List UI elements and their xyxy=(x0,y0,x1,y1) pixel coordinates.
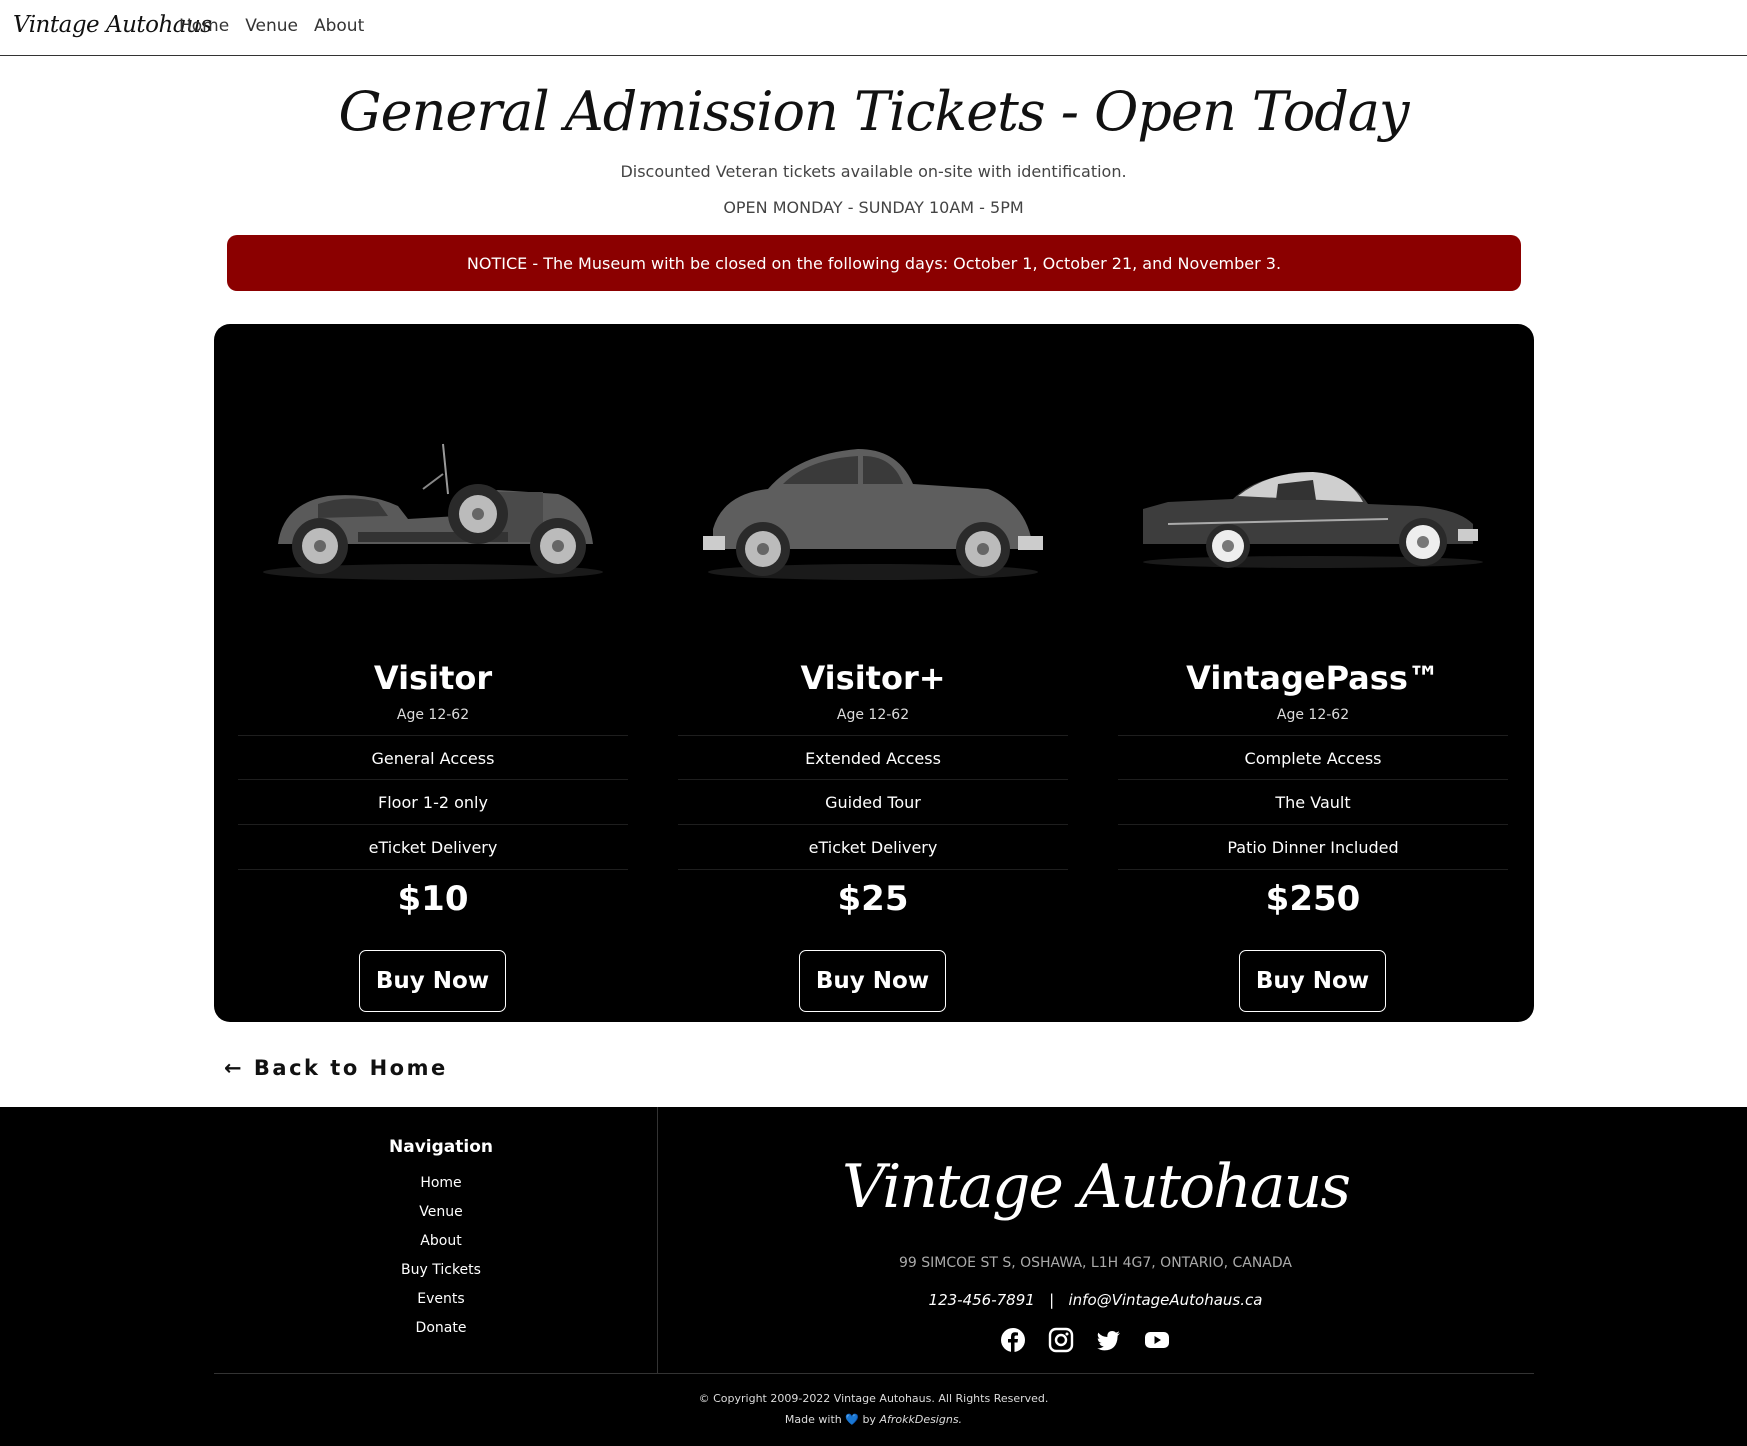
plan-feature: Floor 1-2 only xyxy=(238,780,628,825)
twitter-icon[interactable] xyxy=(1096,1327,1122,1353)
plan-feature: eTicket Delivery xyxy=(678,825,1068,870)
instagram-icon[interactable] xyxy=(1048,1327,1074,1353)
navbar: Vintage Autohaus Home Venue About xyxy=(0,0,1747,56)
roadster-car-icon xyxy=(263,443,603,580)
footer-brand-logo: Vintage Autohaus xyxy=(841,1152,1351,1222)
page-subtitle: Discounted Veteran tickets available on-… xyxy=(620,162,1127,181)
plan-feature: The Vault xyxy=(1118,780,1508,825)
closure-notice: NOTICE - The Museum with be closed on th… xyxy=(227,235,1521,291)
footer-email[interactable]: info@VintageAutohaus.ca xyxy=(1069,1291,1263,1309)
youtube-icon[interactable] xyxy=(1144,1327,1170,1353)
plan-price: $25 xyxy=(837,879,909,919)
plan-feature: Extended Access xyxy=(678,735,1068,780)
plan-card-visitor-plus: Visitor+ Age 12-62 Extended Access Guide… xyxy=(678,324,1068,1022)
footer-link-donate[interactable]: Donate xyxy=(341,1314,541,1343)
notice-text: NOTICE - The Museum with be closed on th… xyxy=(466,253,1282,273)
nav-venue[interactable]: Venue xyxy=(245,16,298,36)
made-with-credit: Made with 💙 by AfrokkDesigns. xyxy=(0,1413,1747,1426)
plan-price: $10 xyxy=(397,879,469,919)
plan-age: Age 12-62 xyxy=(396,707,470,723)
footer-navigation: Navigation Home Venue About Buy Tickets … xyxy=(341,1137,541,1343)
footer-nav-heading: Navigation xyxy=(389,1137,493,1157)
coupe-car-icon xyxy=(703,449,1043,580)
cadillac-car-icon xyxy=(1143,472,1483,568)
plan-feature: General Access xyxy=(238,735,628,780)
plan-name: VintagePass™ xyxy=(1186,659,1440,697)
contact-separator: | xyxy=(1049,1291,1055,1309)
footer-address: 99 SIMCOE ST S, OSHAWA, L1H 4G7, ONTARIO… xyxy=(899,1255,1292,1271)
copyright: © Copyright 2009-2022 Vintage Autohaus. … xyxy=(698,1392,1049,1405)
footer-contact: 123-456-7891 | info@VintageAutohaus.ca xyxy=(657,1291,1534,1309)
plan-card-vintagepass: VintagePass™ Age 12-62 Complete Access T… xyxy=(1118,324,1508,1022)
plan-feature: Complete Access xyxy=(1118,735,1508,780)
made-with-label: Made with xyxy=(784,1413,842,1426)
nav-links: Home Venue About xyxy=(179,16,380,36)
buy-now-button[interactable]: Buy Now xyxy=(1239,950,1386,1012)
plan-name: Visitor+ xyxy=(800,659,946,697)
page-title: General Admission Tickets - Open Today xyxy=(338,80,1409,143)
by-label: by xyxy=(862,1413,876,1426)
plan-age: Age 12-62 xyxy=(1276,707,1350,723)
plan-feature: Guided Tour xyxy=(678,780,1068,825)
plan-feature: Patio Dinner Included xyxy=(1118,825,1508,870)
footer-link-events[interactable]: Events xyxy=(341,1285,541,1314)
footer-phone[interactable]: 123-456-7891 xyxy=(929,1291,1035,1309)
nav-about[interactable]: About xyxy=(314,16,364,36)
facebook-icon[interactable] xyxy=(1000,1327,1026,1353)
author-link[interactable]: AfrokkDesigns. xyxy=(879,1413,962,1426)
footer-link-about[interactable]: About xyxy=(341,1227,541,1256)
buy-now-button[interactable]: Buy Now xyxy=(359,950,506,1012)
plan-price: $250 xyxy=(1265,879,1361,919)
back-to-home-link[interactable]: ← Back to Home xyxy=(224,1056,448,1080)
plan-age: Age 12-62 xyxy=(836,707,910,723)
opening-hours: OPEN MONDAY - SUNDAY 10AM - 5PM xyxy=(723,198,1024,217)
plan-name: Visitor xyxy=(373,659,493,697)
pricing-panel: Visitor Age 12-62 General Access Floor 1… xyxy=(214,324,1534,1022)
plan-feature: eTicket Delivery xyxy=(238,825,628,870)
footer-divider xyxy=(214,1373,1534,1374)
social-links xyxy=(1000,1327,1170,1353)
footer-link-venue[interactable]: Venue xyxy=(341,1198,541,1227)
nav-home[interactable]: Home xyxy=(179,16,229,36)
footer-link-buy-tickets[interactable]: Buy Tickets xyxy=(341,1256,541,1285)
plan-card-visitor: Visitor Age 12-62 General Access Floor 1… xyxy=(238,324,628,1022)
footer-divider xyxy=(657,1107,658,1373)
heart-icon: 💙 xyxy=(845,1413,859,1426)
footer-link-home[interactable]: Home xyxy=(341,1169,541,1198)
buy-now-button[interactable]: Buy Now xyxy=(799,950,946,1012)
footer: Navigation Home Venue About Buy Tickets … xyxy=(0,1107,1747,1446)
